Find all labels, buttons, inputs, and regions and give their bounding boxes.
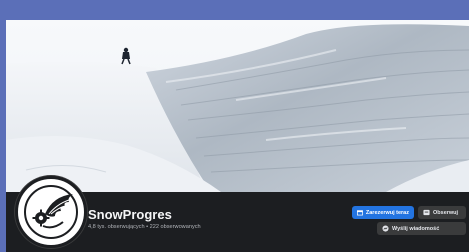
window-frame-top (0, 0, 469, 20)
follow-button[interactable]: Obserwuj (418, 206, 466, 219)
page-stats: 4,8 tys. obserwujących • 222 obserwowany… (88, 224, 201, 230)
follow-icon (423, 209, 430, 216)
page-title: SnowProgres (88, 207, 172, 222)
page-avatar[interactable] (15, 176, 87, 248)
messenger-icon (382, 225, 389, 232)
winged-logo-icon (24, 185, 78, 239)
calendar-icon (357, 210, 363, 216)
send-message-label: Wyślij wiadomość (392, 225, 440, 232)
cover-photo[interactable] (6, 20, 469, 192)
send-message-button[interactable]: Wyślij wiadomość (377, 222, 466, 235)
book-now-button[interactable]: Zarezerwuj teraz (352, 206, 414, 219)
book-now-label: Zarezerwuj teraz (365, 209, 409, 216)
follow-label: Obserwuj (433, 209, 459, 216)
cover-photo-image (6, 20, 469, 192)
